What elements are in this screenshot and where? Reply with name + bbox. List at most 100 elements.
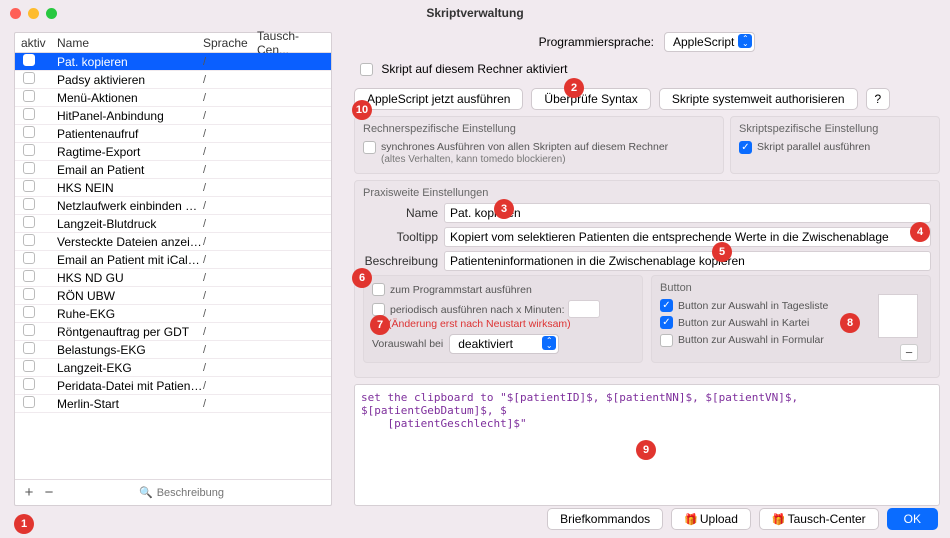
desc-input[interactable] — [444, 251, 931, 271]
table-row[interactable]: Peridata-Datei mit PatientID/ — [15, 377, 331, 395]
gift-icon: 🎁 — [772, 514, 786, 526]
ok-button[interactable]: OK — [887, 508, 938, 530]
col-sprache[interactable]: Sprache — [203, 36, 257, 50]
row-checkbox[interactable] — [23, 270, 35, 282]
table-row[interactable]: HitPanel-Anbindung/ — [15, 107, 331, 125]
row-checkbox[interactable] — [23, 180, 35, 192]
window-title: Skriptverwaltung — [0, 6, 950, 20]
row-checkbox[interactable] — [23, 306, 35, 318]
table-row[interactable]: Langzeit-Blutdruck/ — [15, 215, 331, 233]
row-checkbox[interactable] — [23, 252, 35, 264]
row-sprache: / — [203, 290, 257, 302]
row-checkbox[interactable] — [23, 324, 35, 336]
row-checkbox[interactable] — [23, 234, 35, 246]
table-row[interactable]: Email an Patient mit iCal-Anha.../ — [15, 251, 331, 269]
script-table: aktiv Name Sprache Tausch-Cen... Pat. ko… — [14, 32, 332, 506]
table-row[interactable]: Versteckte Dateien anzeigen/ — [15, 233, 331, 251]
annotation-6: 6 — [352, 268, 372, 288]
annotation-5: 5 — [712, 242, 732, 262]
table-row[interactable]: Merlin-Start/ — [15, 395, 331, 413]
table-row[interactable]: Netzlaufwerk einbinden neu/ — [15, 197, 331, 215]
check-syntax-button[interactable]: Überprüfe Syntax — [531, 88, 650, 110]
kartei-checkbox[interactable]: ✓ — [660, 316, 673, 329]
search-input[interactable] — [157, 487, 327, 499]
preselect-label: Vorauswahl bei — [372, 338, 443, 350]
desc-label: Beschreibung — [363, 254, 438, 268]
button-panel-title: Button — [660, 282, 922, 294]
row-checkbox[interactable] — [23, 288, 35, 300]
run-now-button[interactable]: AppleScript jetzt ausführen — [354, 88, 523, 110]
table-row[interactable]: Ruhe-EKG/ — [15, 305, 331, 323]
table-row[interactable]: HKS ND GU/ — [15, 269, 331, 287]
name-input[interactable] — [444, 203, 931, 223]
table-row[interactable]: Belastungs-EKG/ — [15, 341, 331, 359]
preview-remove-button[interactable]: − — [900, 344, 918, 361]
table-row[interactable]: Patientenaufruf/ — [15, 125, 331, 143]
formular-label: Button zur Auswahl in Formular — [678, 334, 824, 346]
row-sprache: / — [203, 92, 257, 104]
row-checkbox[interactable] — [23, 360, 35, 372]
table-row[interactable]: Menü-Aktionen/ — [15, 89, 331, 107]
row-checkbox[interactable] — [23, 72, 35, 84]
row-sprache: / — [203, 398, 257, 410]
row-name: Langzeit-EKG — [53, 361, 203, 375]
table-row[interactable]: RÖN UBW/ — [15, 287, 331, 305]
row-checkbox[interactable] — [23, 378, 35, 390]
row-name: Patientenaufruf — [53, 127, 203, 141]
activate-checkbox[interactable] — [360, 63, 373, 76]
row-checkbox[interactable] — [23, 342, 35, 354]
upload-button[interactable]: 🎁Upload — [671, 508, 751, 530]
tagesliste-checkbox[interactable]: ✓ — [660, 299, 673, 312]
annotation-10: 10 — [352, 100, 372, 120]
sys-auth-button[interactable]: Skripte systemweit authorisieren — [659, 88, 858, 110]
row-checkbox[interactable] — [23, 108, 35, 120]
row-checkbox[interactable] — [23, 90, 35, 102]
add-button[interactable]: + — [19, 484, 39, 501]
table-row[interactable]: Email an Patient/ — [15, 161, 331, 179]
row-checkbox[interactable] — [23, 144, 35, 156]
row-name: Email an Patient mit iCal-Anha... — [53, 253, 203, 267]
annotation-8: 8 — [840, 313, 860, 333]
formular-checkbox[interactable] — [660, 334, 673, 347]
tooltip-input[interactable] — [444, 227, 931, 247]
onstart-checkbox[interactable] — [372, 283, 385, 296]
remove-button[interactable]: − — [39, 484, 59, 501]
preselect-value: deaktiviert — [458, 337, 513, 351]
row-sprache: / — [203, 110, 257, 122]
row-checkbox[interactable] — [23, 216, 35, 228]
parallel-checkbox[interactable]: ✓ — [739, 141, 752, 154]
annotation-9: 9 — [636, 440, 656, 460]
row-name: Netzlaufwerk einbinden neu — [53, 199, 203, 213]
table-row[interactable]: Pat. kopieren/ — [15, 53, 331, 71]
table-row[interactable]: Langzeit-EKG/ — [15, 359, 331, 377]
table-row[interactable]: Padsy aktivieren/ — [15, 71, 331, 89]
help-button[interactable]: ? — [866, 88, 891, 110]
row-name: Ragtime-Export — [53, 145, 203, 159]
row-name: Menü-Aktionen — [53, 91, 203, 105]
col-name[interactable]: Name — [53, 36, 203, 50]
annotation-3: 3 — [494, 199, 514, 219]
col-aktiv[interactable]: aktiv — [15, 36, 53, 50]
row-sprache: / — [203, 380, 257, 392]
minutes-input[interactable] — [568, 300, 600, 318]
name-label: Name — [363, 206, 438, 220]
row-checkbox[interactable] — [23, 198, 35, 210]
row-sprache: / — [203, 56, 257, 68]
row-sprache: / — [203, 236, 257, 248]
language-select[interactable]: AppleScript ⌃⌄ — [664, 32, 755, 52]
search-icon: 🔍 — [139, 486, 153, 499]
row-checkbox[interactable] — [23, 162, 35, 174]
sync-exec-checkbox[interactable] — [363, 141, 376, 154]
row-checkbox[interactable] — [23, 54, 35, 66]
row-checkbox[interactable] — [23, 126, 35, 138]
table-row[interactable]: Röntgenauftrag per GDT/ — [15, 323, 331, 341]
row-sprache: / — [203, 326, 257, 338]
row-checkbox[interactable] — [23, 396, 35, 408]
row-sprache: / — [203, 182, 257, 194]
table-row[interactable]: Ragtime-Export/ — [15, 143, 331, 161]
briefkommandos-button[interactable]: Briefkommandos — [547, 508, 663, 530]
preselect-select[interactable]: deaktiviert ⌃⌄ — [449, 334, 559, 354]
row-sprache: / — [203, 344, 257, 356]
table-row[interactable]: HKS NEIN/ — [15, 179, 331, 197]
tausch-center-button[interactable]: 🎁Tausch-Center — [759, 508, 879, 530]
